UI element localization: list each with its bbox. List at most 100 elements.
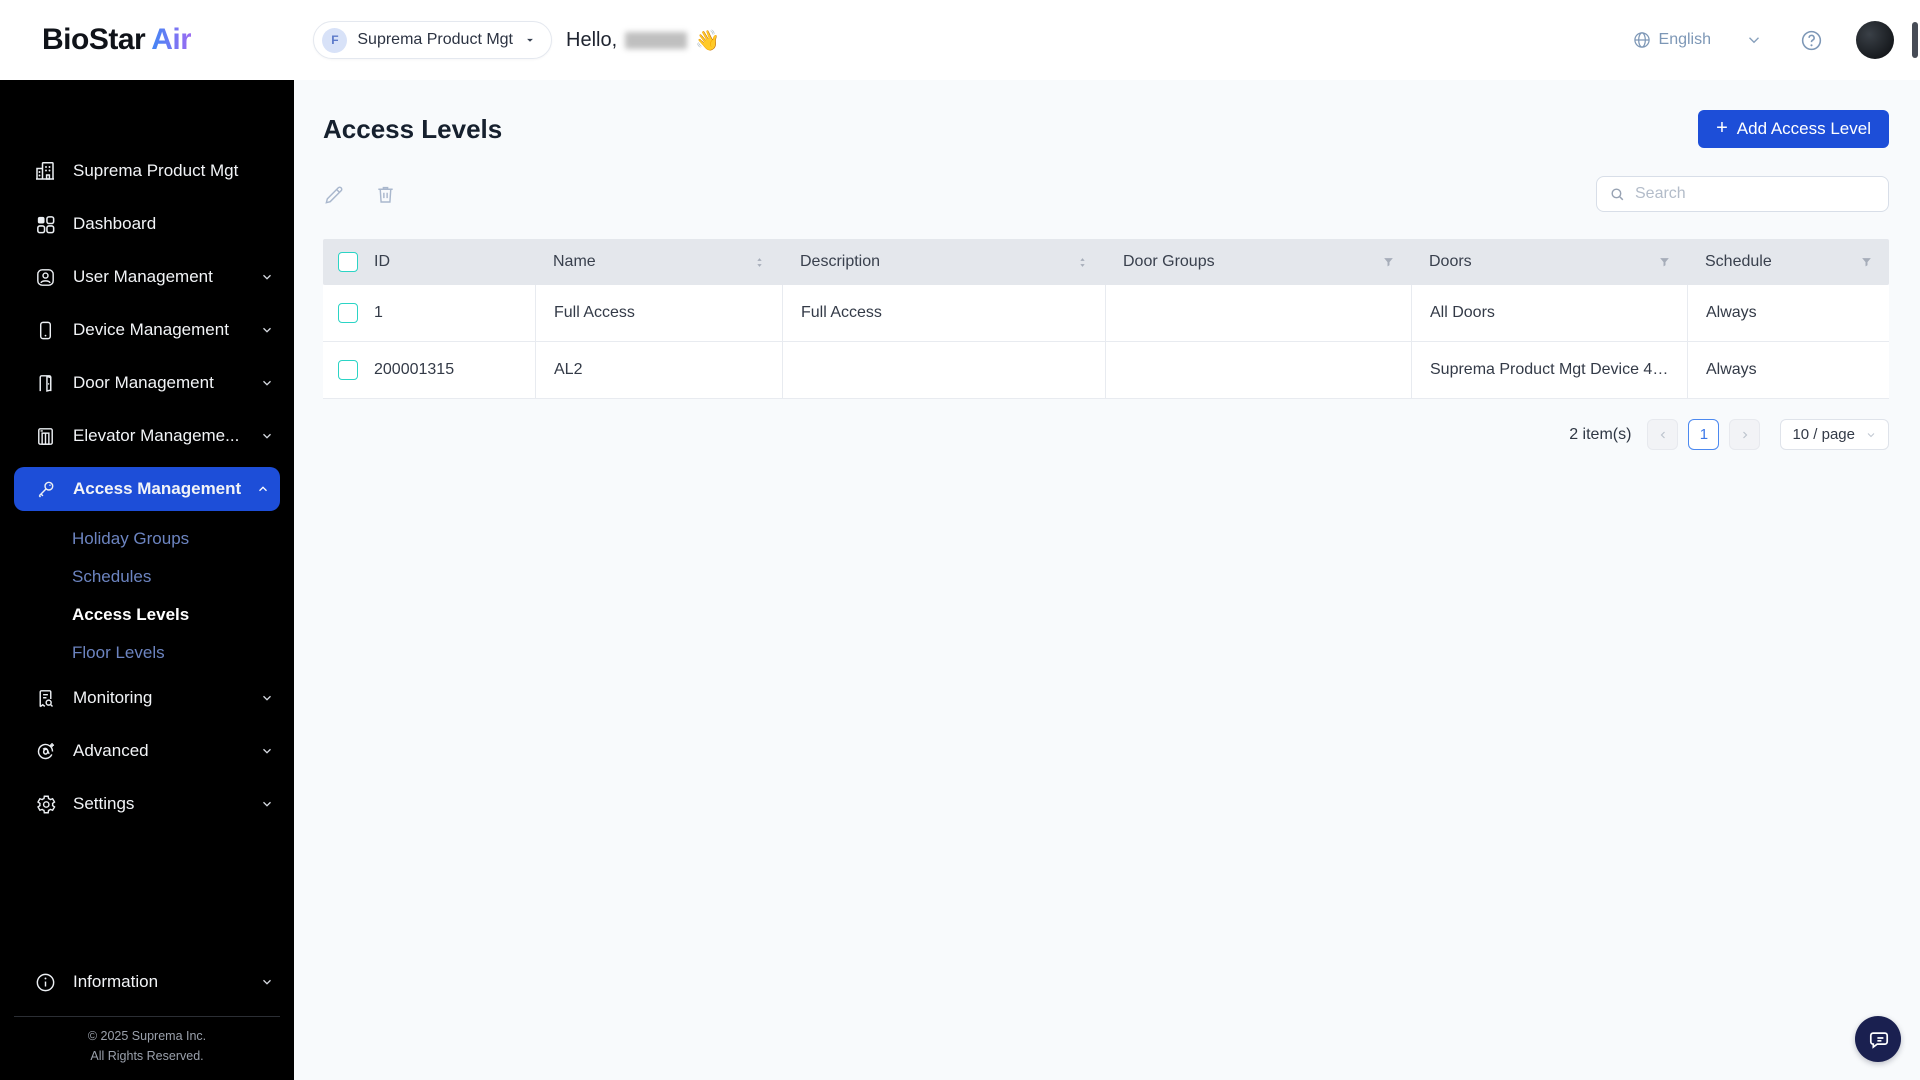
sidebar-item-label: Information: [73, 972, 260, 992]
column-header-doors[interactable]: Doors: [1411, 239, 1687, 285]
language-label: English: [1659, 31, 1711, 49]
page-size-label: 10 / page: [1792, 426, 1855, 443]
sidebar-item-schedules[interactable]: Schedules: [0, 558, 294, 596]
access-management-subnav: Holiday Groups Schedules Access Levels F…: [0, 520, 294, 672]
sub-item-label: Floor Levels: [72, 643, 165, 663]
greeting: Hello, 👋: [566, 28, 720, 53]
sidebar-item-holiday-groups[interactable]: Holiday Groups: [0, 520, 294, 558]
search-icon: [1609, 186, 1626, 203]
sidebar-item-access-management[interactable]: Access Management: [14, 467, 280, 511]
search-input[interactable]: [1635, 185, 1876, 203]
chevron-down-icon: [260, 323, 274, 337]
chat-support-button[interactable]: [1855, 1016, 1901, 1062]
cell-id: 200001315: [374, 361, 454, 379]
sidebar-item-label: Door Management: [73, 373, 260, 393]
chevron-down-icon: [1865, 429, 1877, 441]
sidebar-item-monitoring[interactable]: Monitoring: [0, 676, 294, 720]
user-avatar[interactable]: [1856, 21, 1894, 59]
language-chevron[interactable]: [1745, 31, 1763, 49]
caret-down-icon: [523, 33, 537, 47]
cell-id: 1: [374, 304, 383, 322]
globe-icon: [1632, 30, 1652, 50]
table-row[interactable]: 200001315 AL2 Suprema Product Mgt Device…: [323, 342, 1889, 399]
cell-doors: All Doors: [1430, 304, 1495, 322]
device-icon: [33, 318, 57, 342]
filter-icon[interactable]: [1658, 256, 1671, 269]
wave-emoji: 👋: [695, 28, 720, 53]
table-row[interactable]: 1 Full Access Full Access All Doors Alwa…: [323, 285, 1889, 342]
column-header-name[interactable]: Name: [535, 239, 782, 285]
previous-page-button[interactable]: [1647, 419, 1678, 450]
chevron-down-icon: [260, 270, 274, 284]
select-all-checkbox[interactable]: [338, 252, 358, 272]
sidebar-item-label: Dashboard: [73, 214, 274, 234]
column-header-description[interactable]: Description: [782, 239, 1105, 285]
chevron-down-icon: [260, 797, 274, 811]
sidebar-item-advanced[interactable]: Advanced: [0, 729, 294, 773]
main-content: Access Levels + Add Access Level: [294, 80, 1920, 1080]
cell-name: AL2: [554, 361, 582, 379]
chevron-right-icon: [1739, 429, 1751, 441]
sidebar-nav: Suprema Product Mgt Dashboard: [0, 80, 294, 1080]
greeting-name-redacted: [625, 32, 687, 49]
sidebar-item-label: Monitoring: [73, 688, 260, 708]
sidebar-item-suprema-product-mgt[interactable]: Suprema Product Mgt: [0, 149, 294, 193]
sidebar-item-label: Advanced: [73, 741, 260, 761]
monitoring-icon: [33, 686, 57, 710]
sidebar-item-floor-levels[interactable]: Floor Levels: [0, 634, 294, 672]
cell-doors: Suprema Product Mgt Device 4 [AE-...: [1430, 361, 1671, 379]
chevron-down-icon: [260, 429, 274, 443]
filter-icon[interactable]: [1382, 256, 1395, 269]
scrollbar-thumb[interactable]: [1912, 22, 1918, 58]
language-selector[interactable]: English: [1632, 30, 1711, 50]
sidebar-item-dashboard[interactable]: Dashboard: [0, 202, 294, 246]
sort-icon[interactable]: [1076, 256, 1089, 269]
chevron-down-icon: [260, 975, 274, 989]
sort-icon[interactable]: [753, 256, 766, 269]
sidebar-item-elevator-management[interactable]: Elevator Manageme...: [0, 414, 294, 458]
item-count: 2 item(s): [1569, 426, 1631, 444]
sidebar-item-device-management[interactable]: Device Management: [0, 308, 294, 352]
cell-name: Full Access: [554, 304, 635, 322]
add-access-level-button[interactable]: + Add Access Level: [1698, 110, 1889, 148]
page-number-button[interactable]: 1: [1688, 419, 1719, 450]
sidebar-item-label: Device Management: [73, 320, 260, 340]
sidebar-item-access-levels[interactable]: Access Levels: [0, 596, 294, 634]
user-icon: [33, 265, 57, 289]
door-icon: [33, 371, 57, 395]
organization-label: Suprema Product Mgt: [357, 31, 513, 49]
pagination: 2 item(s) 1 10 / page: [323, 419, 1889, 450]
key-icon: [33, 477, 57, 501]
sidebar-item-information[interactable]: Information: [0, 960, 294, 1004]
cell-schedule: Always: [1706, 361, 1757, 379]
page-size-select[interactable]: 10 / page: [1780, 419, 1889, 450]
chevron-down-icon: [1745, 31, 1763, 49]
logo-text-accent: Air: [151, 23, 191, 56]
column-header-door-groups[interactable]: Door Groups: [1105, 239, 1411, 285]
sidebar-item-door-management[interactable]: Door Management: [0, 361, 294, 405]
edit-button[interactable]: [323, 183, 346, 206]
table-header-row: ID Name Description Door Groups: [323, 239, 1889, 285]
sub-item-label: Holiday Groups: [72, 529, 189, 549]
sidebar-item-label: Access Management: [73, 479, 256, 499]
delete-button[interactable]: [374, 183, 397, 206]
row-checkbox[interactable]: [338, 303, 358, 323]
sidebar-item-settings[interactable]: Settings: [0, 782, 294, 826]
row-checkbox[interactable]: [338, 360, 358, 380]
sidebar-item-user-management[interactable]: User Management: [0, 255, 294, 299]
column-header-schedule[interactable]: Schedule: [1687, 239, 1889, 285]
sidebar-item-label: Settings: [73, 794, 260, 814]
chevron-up-icon: [256, 482, 270, 496]
organization-selector[interactable]: F Suprema Product Mgt: [313, 21, 552, 59]
search-input-wrapper: [1596, 176, 1889, 212]
add-button-label: Add Access Level: [1737, 119, 1871, 139]
next-page-button[interactable]: [1729, 419, 1760, 450]
trash-icon: [374, 183, 397, 206]
cell-schedule: Always: [1706, 304, 1757, 322]
chat-bubble-icon: [1866, 1027, 1890, 1051]
sub-item-label: Access Levels: [72, 605, 189, 625]
sidebar-item-label: Elevator Manageme...: [73, 426, 260, 446]
filter-icon[interactable]: [1860, 256, 1873, 269]
help-button[interactable]: [1799, 28, 1824, 53]
sidebar-item-label: Suprema Product Mgt: [73, 161, 274, 181]
